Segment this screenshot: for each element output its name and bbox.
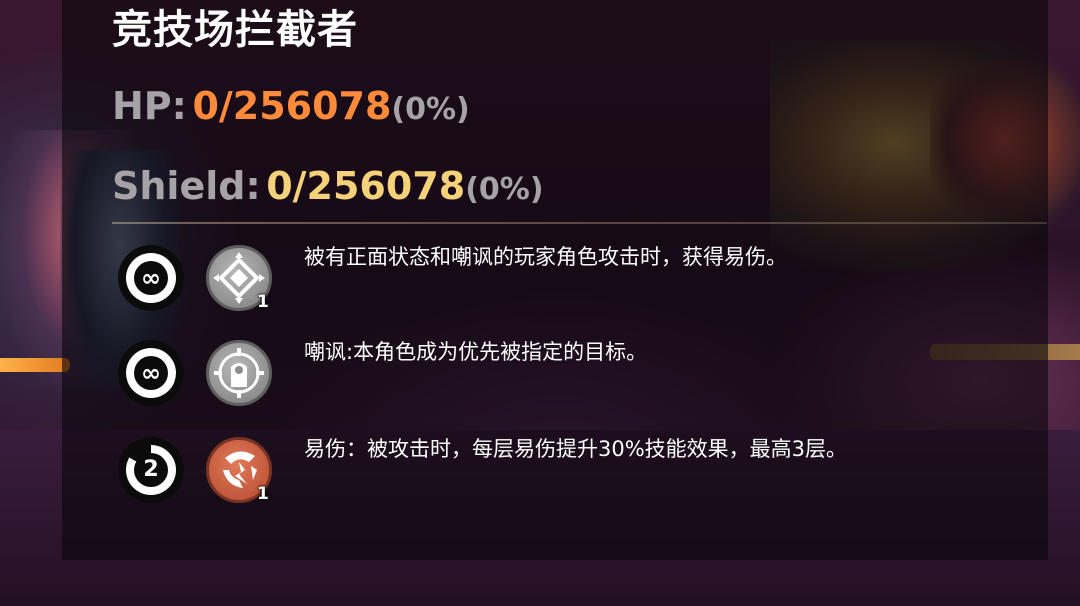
effect-description: 嘲讽:本角色成为优先被指定的目标。: [304, 340, 648, 364]
divider: [112, 222, 1047, 224]
shield-percent: (0%): [465, 172, 544, 207]
effect-description: 易伤：被攻击时，每层易伤提升30%技能效果，最高3层。: [304, 437, 848, 461]
hp-value: 0/256078: [192, 84, 392, 128]
duration-indicator: 2: [118, 437, 184, 503]
shield-value: 0/256078: [266, 164, 466, 208]
duration-indicator: ∞: [118, 245, 184, 311]
duration-value: 2: [134, 453, 168, 487]
enemy-name: 竞技场拦截者: [112, 7, 358, 53]
duration-value: ∞: [134, 261, 168, 295]
stack-count: 1: [257, 292, 269, 312]
hp-percent: (0%): [391, 92, 470, 127]
taunt-shield-icon[interactable]: [206, 340, 272, 406]
duration-value: ∞: [134, 356, 168, 390]
shield-label: Shield:: [112, 164, 261, 208]
shield-stat: Shield: 0/256078(0%): [112, 158, 544, 222]
effect-description: 被有正面状态和嘲讽的玩家角色攻击时，获得易伤。: [304, 245, 787, 269]
ally-hp-bar: [0, 358, 70, 372]
hp-label: HP:: [112, 84, 187, 128]
hp-stat: HP: 0/256078(0%): [112, 78, 470, 142]
stack-count: 1: [257, 484, 269, 504]
duration-indicator: ∞: [118, 340, 184, 406]
